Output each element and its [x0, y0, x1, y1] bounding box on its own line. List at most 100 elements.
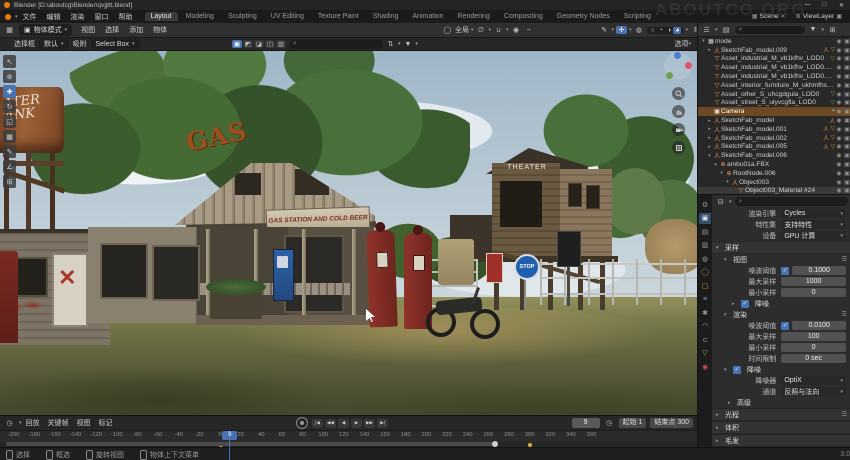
- properties-tab-material[interactable]: ◉: [699, 361, 711, 372]
- workspace-tab-animation[interactable]: Animation: [406, 12, 449, 21]
- timeline-menu-视图[interactable]: 视图: [77, 418, 91, 428]
- properties-tab-data[interactable]: ▽: [699, 348, 711, 359]
- render-visibility-icon[interactable]: ▣: [843, 55, 850, 62]
- properties-row-降噪器[interactable]: 降噪器OptiX▾: [712, 375, 850, 386]
- sort-icon[interactable]: ⇅: [385, 40, 396, 48]
- outliner-editor-icon[interactable]: ☰: [701, 26, 712, 34]
- render-visibility-icon[interactable]: ▣: [843, 117, 850, 124]
- shading-mode-icon-1[interactable]: ◔: [657, 27, 665, 34]
- properties-tab-physics[interactable]: ◠: [699, 321, 711, 332]
- snap-magnet-icon[interactable]: ∪: [493, 26, 504, 34]
- properties-tab-modifiers[interactable]: ≡: [699, 294, 711, 305]
- render-visibility-icon[interactable]: ▣: [843, 38, 850, 45]
- shading-mode-icon-0[interactable]: ○: [649, 27, 657, 34]
- expand-caret[interactable]: ▾: [724, 257, 730, 263]
- visibility-eye-icon[interactable]: ◉: [835, 179, 843, 186]
- outliner-row[interactable]: ▸人SketchFab_model.005人▽◉▣: [698, 143, 850, 152]
- expand-caret[interactable]: ▾: [716, 245, 722, 251]
- properties-row-时间限制[interactable]: 时间限制0 sec: [712, 353, 850, 364]
- expand-caret[interactable]: ▸: [728, 400, 734, 406]
- properties-row-光程[interactable]: ▸光程☰: [712, 408, 850, 421]
- viewport-menu-选择[interactable]: 选择: [100, 25, 124, 35]
- shading-mode-icon-3[interactable]: ◕: [673, 27, 681, 34]
- preset-icon[interactable]: ☰: [842, 411, 847, 418]
- expand-caret[interactable]: ▸: [706, 126, 713, 132]
- select-mode-icon-4[interactable]: ▥: [276, 40, 286, 48]
- outliner-row[interactable]: ▾人SketchFab_model.006◉▣: [698, 151, 850, 160]
- properties-row-最小采样[interactable]: 最小采样0: [712, 287, 850, 298]
- properties-row-视图[interactable]: ▾视图☰: [712, 254, 850, 265]
- visibility-eye-icon[interactable]: ◉: [835, 55, 843, 62]
- properties-tab-output[interactable]: ▤: [699, 226, 711, 237]
- properties-row-特性集[interactable]: 特性集支持特性▾: [712, 219, 850, 230]
- render-visibility-icon[interactable]: ▣: [843, 143, 850, 150]
- properties-row-降噪[interactable]: ▸✓降噪: [712, 298, 850, 309]
- jump-start-button[interactable]: |◀: [312, 419, 323, 428]
- properties-row-噪波阈值[interactable]: 噪波阈值✓0.0100: [712, 320, 850, 331]
- property-value-slider[interactable]: 0.1000: [792, 266, 846, 275]
- property-value-slider[interactable]: 100: [781, 332, 846, 341]
- outliner-row[interactable]: ▾⊕ambu01a.FBX◉▣: [698, 160, 850, 169]
- use-preview-range-icon[interactable]: ◷: [604, 419, 615, 427]
- expand-caret[interactable]: ▸: [706, 135, 713, 141]
- ortho-toggle-icon[interactable]: [672, 141, 685, 154]
- expand-caret[interactable]: ▸: [706, 47, 713, 53]
- shading-mode-icon-2[interactable]: ◑: [665, 27, 673, 34]
- checkbox[interactable]: ✓: [741, 300, 749, 308]
- render-visibility-icon[interactable]: ▣: [843, 152, 850, 159]
- blender-menu-icon[interactable]: [5, 14, 11, 20]
- visibility-eye-icon[interactable]: ◉: [835, 99, 843, 106]
- workspace-tab-texture-paint[interactable]: Texture Paint: [312, 12, 365, 21]
- axis-x-handle[interactable]: [685, 62, 692, 69]
- properties-search-input[interactable]: ⌕: [735, 197, 848, 206]
- property-value-slider[interactable]: 0 sec: [781, 354, 846, 363]
- visibility-eye-icon[interactable]: ◉: [835, 143, 843, 150]
- visibility-eye-icon[interactable]: ◉: [835, 47, 843, 54]
- visibility-eye-icon[interactable]: ◉: [835, 152, 843, 159]
- current-frame-field[interactable]: 9: [572, 418, 600, 428]
- properties-tab-view-layer[interactable]: ▥: [699, 240, 711, 251]
- workspace-tab-layout[interactable]: Layout: [145, 12, 178, 21]
- visibility-eye-icon[interactable]: ◉: [835, 108, 843, 115]
- viewport-menu-视图[interactable]: 视图: [76, 25, 100, 35]
- property-value-slider[interactable]: 0: [781, 343, 846, 352]
- render-visibility-icon[interactable]: ▣: [843, 82, 850, 89]
- visibility-eye-icon[interactable]: ◉: [835, 161, 843, 168]
- workspace-tab-scripting[interactable]: Scripting: [618, 12, 657, 21]
- expand-caret[interactable]: ▾: [724, 179, 731, 185]
- outliner-row[interactable]: ▽Asset_industrial_M_vb1kfhv_LOD0.001◉▣: [698, 63, 850, 72]
- playhead[interactable]: 9: [222, 431, 237, 440]
- render-visibility-icon[interactable]: ▣: [843, 135, 850, 142]
- falloff-icon[interactable]: ~: [524, 27, 535, 34]
- timeline-menu-标记[interactable]: 标记: [99, 418, 113, 428]
- preset-icon[interactable]: ☰: [842, 311, 847, 318]
- expand-caret[interactable]: ▸: [716, 438, 722, 444]
- property-dropdown[interactable]: 支持特性▾: [781, 220, 846, 229]
- expand-caret[interactable]: ▾: [706, 153, 713, 159]
- select-mode-icon-1[interactable]: ◩: [243, 40, 253, 48]
- visibility-eye-icon[interactable]: ◉: [835, 170, 843, 177]
- new-collection-icon[interactable]: ⊞: [827, 26, 838, 34]
- render-visibility-icon[interactable]: ▣: [843, 73, 850, 80]
- expand-caret[interactable]: ▸: [716, 412, 722, 418]
- outliner-row[interactable]: ▾人Object003◉▣: [698, 178, 850, 187]
- checkbox[interactable]: ✓: [781, 267, 789, 275]
- visibility-eye-icon[interactable]: ◉: [835, 135, 843, 142]
- jump-end-button[interactable]: ▶|: [377, 419, 388, 428]
- visibility-eye-icon[interactable]: ◉: [835, 73, 843, 80]
- auto-keying-button[interactable]: [296, 417, 308, 429]
- pan-hand-icon[interactable]: [672, 105, 685, 118]
- outliner-row[interactable]: ▽Asset_industrial_M_vb1kfhv_LOD0.002◉▣: [698, 72, 850, 81]
- render-visibility-icon[interactable]: ▣: [843, 99, 850, 106]
- options-dropdown[interactable]: 选项▾: [674, 39, 691, 49]
- workspace-tab-modeling[interactable]: Modeling: [180, 12, 220, 21]
- add-cube-tool[interactable]: ⊞: [3, 175, 16, 188]
- camera-view-icon[interactable]: [672, 123, 685, 136]
- render-visibility-icon[interactable]: ▣: [843, 108, 850, 115]
- workspace-tab-rendering[interactable]: Rendering: [452, 12, 496, 21]
- render-visibility-icon[interactable]: ▣: [843, 47, 850, 54]
- next-frame-button[interactable]: ▶▶: [364, 419, 375, 428]
- properties-tab-tool[interactable]: ⚙: [699, 199, 711, 210]
- axis-y-handle[interactable]: [666, 72, 673, 79]
- transform-tool[interactable]: ▦: [3, 130, 16, 143]
